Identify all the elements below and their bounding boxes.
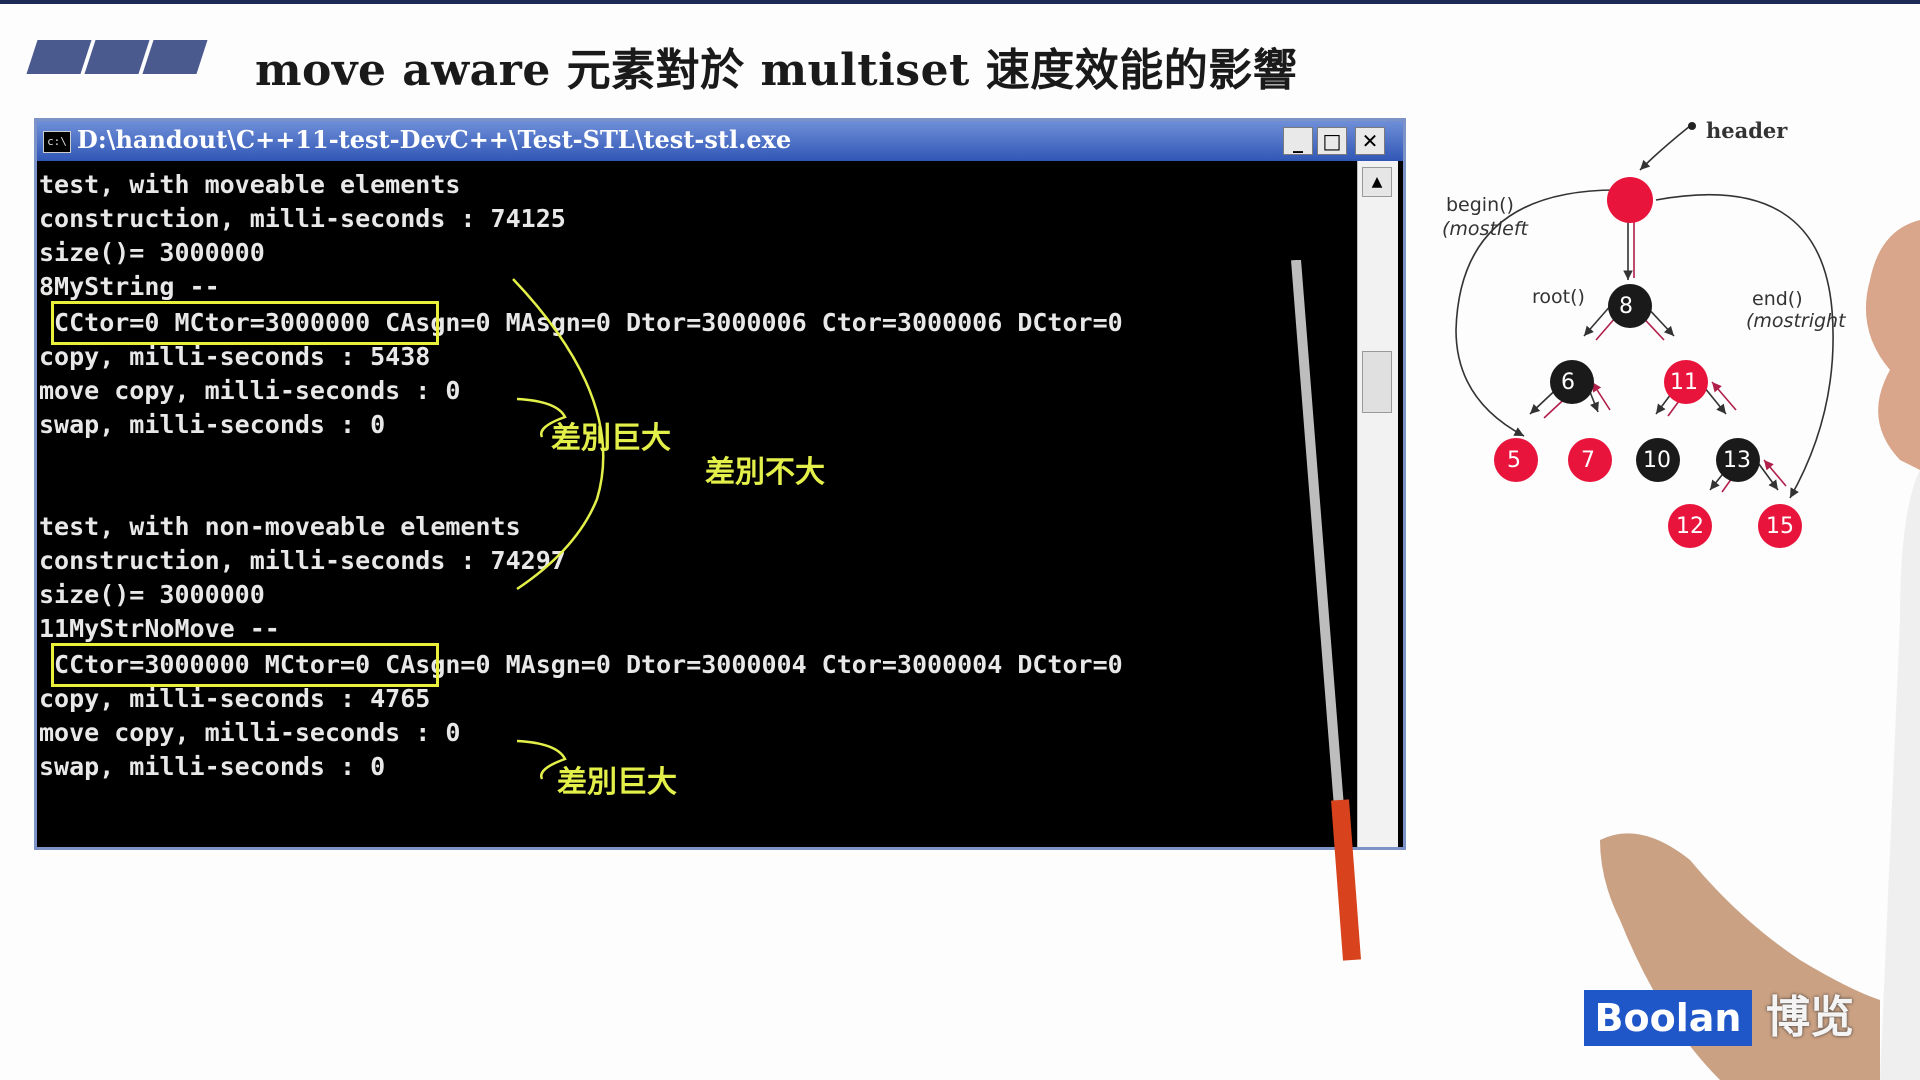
console-window[interactable]: c:\ D:\handout\C++11-test-DevC++\Test-ST…	[34, 118, 1406, 850]
minimize-button[interactable]: _	[1283, 127, 1313, 155]
console-output: test, with moveable elements constructio…	[37, 169, 1355, 849]
annotation-strokes	[512, 278, 605, 780]
window-title: D:\handout\C++11-test-DevC++\Test-STL\te…	[77, 125, 792, 154]
slide-title: move aware 元素對於 multiset 速度效能的影響	[255, 45, 1298, 96]
tree-begin-label: begin()	[1446, 194, 1514, 216]
window-titlebar[interactable]: c:\ D:\handout\C++11-test-DevC++\Test-ST…	[37, 121, 1403, 161]
annotation-small-difference: 差別不大	[705, 455, 825, 490]
tree-begin-sub-label: (mostleft	[1442, 218, 1529, 240]
pointer-stick	[1291, 260, 1361, 961]
tree-root-label: root()	[1532, 286, 1585, 308]
tree-node: 7	[1581, 448, 1595, 473]
annotation-big-difference-1: 差別巨大	[551, 421, 671, 456]
tree-node: 5	[1507, 448, 1521, 473]
scroll-up-arrow-icon[interactable]: ▲	[1362, 167, 1392, 197]
close-button[interactable]: ✕	[1355, 127, 1385, 155]
tree-header-label: header	[1706, 118, 1788, 143]
annotation-big-difference-2: 差別巨大	[557, 765, 677, 800]
top-rule	[0, 0, 1920, 4]
slide-decoration-bars	[22, 40, 212, 76]
console-app-icon[interactable]: c:\	[43, 131, 71, 153]
boolan-logo-chinese: 博览	[1766, 992, 1854, 1043]
maximize-button[interactable]: □	[1317, 127, 1347, 155]
tree-node: 6	[1561, 370, 1575, 395]
presenter-silhouette	[1600, 220, 1920, 1080]
boolan-logo: Boolan	[1584, 990, 1752, 1046]
